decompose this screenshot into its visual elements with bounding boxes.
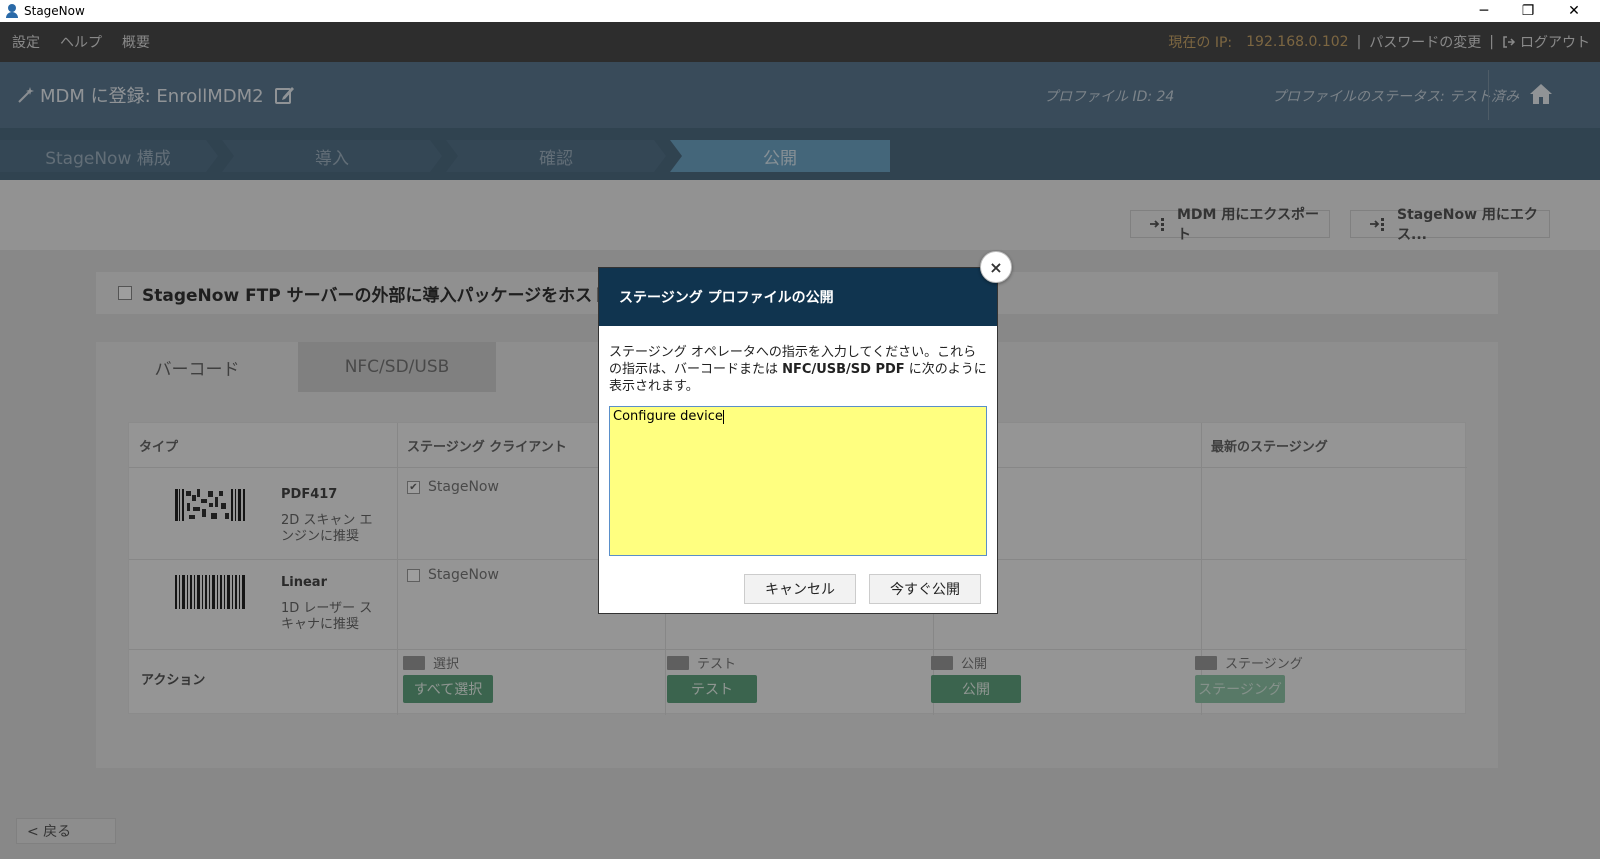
stagenow-app-icon [5,4,19,18]
dialog-title: ステージング プロファイルの公開 [599,268,997,326]
text-caret [722,409,724,424]
operator-instructions-textarea[interactable]: Configure device [609,406,987,556]
minimize-button[interactable]: ─ [1464,0,1504,22]
close-window-button[interactable]: ✕ [1554,0,1594,22]
publish-now-button[interactable]: 今すぐ公開 [869,574,981,604]
instructions-bold: NFC/USB/SD PDF [782,362,905,377]
dialog-instructions: ステージング オペレータへの指示を入力してください。これらの指示は、バーコードま… [609,344,989,395]
cancel-button[interactable]: キャンセル [744,574,856,604]
dialog-close-icon[interactable]: × [980,251,1012,283]
restore-button[interactable]: ❐ [1508,0,1548,22]
textarea-value: Configure device [613,409,723,424]
publish-profile-dialog: ステージング プロファイルの公開 ステージング オペレータへの指示を入力してくだ… [598,267,998,614]
window-titlebar: StageNow ─ ❐ ✕ [0,0,1600,22]
window-title: StageNow [24,4,85,18]
